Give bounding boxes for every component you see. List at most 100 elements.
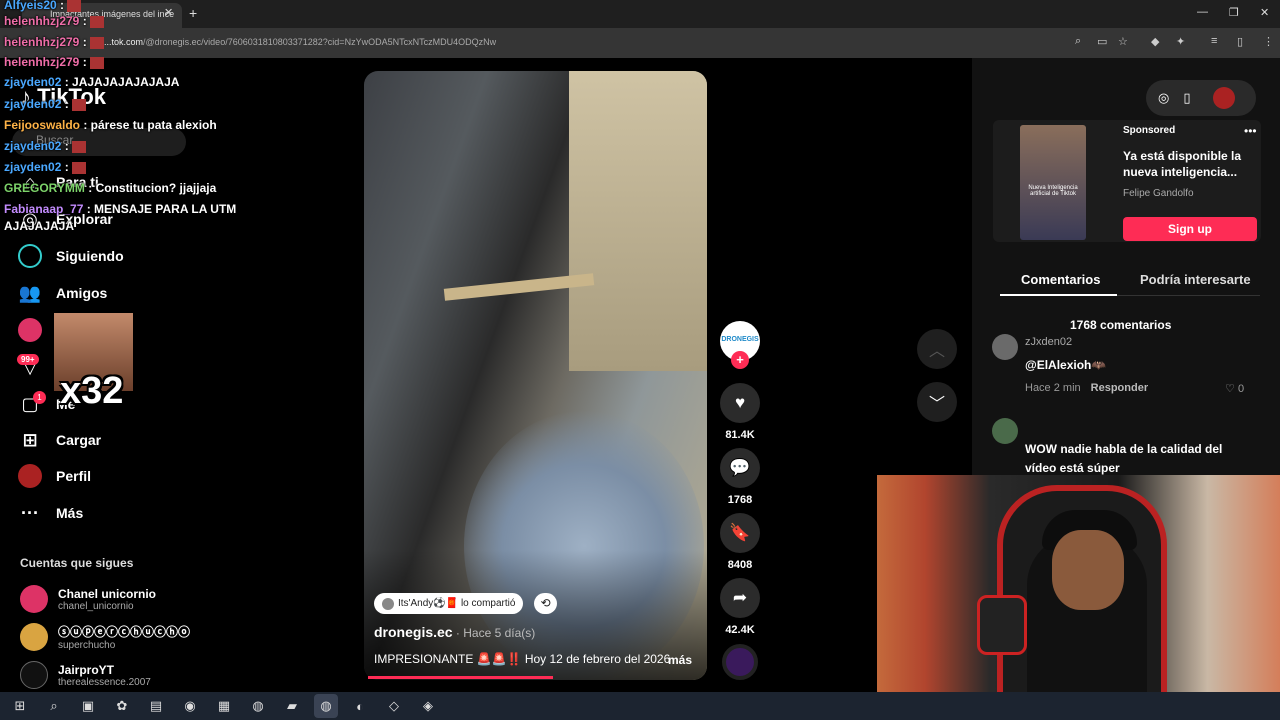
music-disc-icon[interactable] xyxy=(722,644,758,680)
repost-icon[interactable]: ⟲ xyxy=(534,593,557,614)
task-view-icon[interactable]: ▣ xyxy=(76,694,100,718)
media-icon[interactable]: ≡ xyxy=(1211,35,1217,47)
store-icon[interactable]: ▤ xyxy=(144,694,168,718)
install-icon[interactable]: ▭ xyxy=(1097,35,1107,48)
share-button[interactable]: ➦ xyxy=(720,578,760,618)
extension-diamond-icon[interactable]: ◆ xyxy=(1151,35,1159,48)
nav-label: Siguiendo xyxy=(56,248,124,264)
more-button[interactable]: más xyxy=(668,653,692,667)
ad-options-icon[interactable]: ••• xyxy=(1244,124,1257,138)
shared-by-text: Its'Andy⚽🧧 lo compartió xyxy=(398,598,516,609)
avatar xyxy=(20,661,48,689)
chat-username: helenhhzj279 xyxy=(4,55,83,69)
comment-like-count: 0 xyxy=(1237,383,1245,395)
nav-friends[interactable]: 👥 Amigos xyxy=(18,281,108,305)
followed-account[interactable]: ⓢⓤⓟⓔⓡⓒⓗⓤⓒⓗⓞ superchucho xyxy=(20,623,190,651)
like-button[interactable]: ♥ xyxy=(720,383,760,423)
chat-message: zjayden02 : JAJAJAJAJAJAJA xyxy=(4,75,179,89)
chevron-up-icon[interactable]: ︿ xyxy=(917,329,957,369)
chrome-icon[interactable]: ◍ xyxy=(246,694,270,718)
comment-avatar[interactable] xyxy=(992,334,1018,360)
chat-text: AJAJAJAJA xyxy=(4,219,75,233)
followed-account[interactable]: JairproYT therealessence.2007 xyxy=(20,661,151,689)
emote-multiplier: x32 xyxy=(60,370,124,412)
nav-more[interactable]: ··· Más xyxy=(18,501,83,525)
sidebar-icon[interactable]: ▯ xyxy=(1237,35,1243,48)
copilot-icon[interactable]: ✿ xyxy=(110,694,134,718)
edge-icon[interactable]: ◉ xyxy=(178,694,202,718)
follow-plus-icon[interactable]: + xyxy=(731,351,749,369)
video-player[interactable] xyxy=(364,71,707,680)
account-handle: therealessence.2007 xyxy=(58,676,151,688)
tab-suggested[interactable]: Podría interesarte xyxy=(1140,272,1251,287)
comment-user[interactable]: zJxden02 xyxy=(1025,336,1072,348)
tab-active-indicator xyxy=(1000,294,1117,296)
comment-like[interactable]: ♡ 0 xyxy=(1225,382,1244,395)
search-icon[interactable]: ⌕ xyxy=(42,694,66,718)
chat-message: GREGORYMM : Constitucion? jjajjaja xyxy=(4,181,216,195)
heart-icon: ♥ xyxy=(734,393,746,412)
new-tab-button[interactable]: + xyxy=(189,5,197,21)
chat-emote-icon xyxy=(89,36,104,49)
obs-icon[interactable]: ◐ xyxy=(348,694,372,718)
tab-comments[interactable]: Comentarios xyxy=(1021,272,1100,287)
author-name: dronegis.ec xyxy=(374,624,453,640)
nav-upload[interactable]: ⊞ Cargar xyxy=(18,428,101,452)
window-close-icon[interactable]: ✕ xyxy=(1260,6,1269,19)
microphone xyxy=(977,595,1027,655)
comment-count: 1768 xyxy=(727,494,753,506)
video-progress[interactable] xyxy=(368,676,554,679)
save-button[interactable]: 🔖 xyxy=(720,513,760,553)
reply-button[interactable]: Responder xyxy=(1091,382,1148,394)
chat-username: zjayden02 xyxy=(4,139,65,153)
url-path: /@dronegis.ec/video/7606031810803371282?… xyxy=(143,37,497,47)
more-icon: ··· xyxy=(21,502,39,523)
comment-button[interactable]: 💬 xyxy=(720,448,760,488)
tab-close-icon[interactable]: ✕ xyxy=(164,6,173,19)
chat-text: : xyxy=(82,55,87,69)
shared-by-pill[interactable]: Its'Andy⚽🧧 lo compartió xyxy=(374,593,524,614)
maximize-icon[interactable]: ❐ xyxy=(1229,6,1239,19)
chat-username: zjayden02 xyxy=(4,75,65,89)
chevron-down-icon[interactable]: ﹀ xyxy=(917,382,957,422)
comment-text: @ElAlexioh🦇 xyxy=(1025,358,1107,372)
bookmark-star-icon[interactable]: ☆ xyxy=(1118,35,1128,48)
chat-message: zjayden02 : xyxy=(4,139,86,153)
comment-time: Hace 2 min xyxy=(1025,382,1081,394)
chat-username: Fabianaap_77 xyxy=(4,202,87,216)
messages-badge: 1 xyxy=(33,391,46,404)
nav-live[interactable] xyxy=(18,318,42,342)
comment-avatar[interactable] xyxy=(992,418,1018,444)
video-author[interactable]: dronegis.ec · Hace 5 día(s) xyxy=(374,624,535,640)
extensions-icon[interactable]: ✦ xyxy=(1176,35,1185,48)
compass-icon[interactable]: ◎ xyxy=(1158,90,1169,106)
apps-icon[interactable]: ▦ xyxy=(212,694,236,718)
address-bar[interactable]: ...tok.com/@dronegis.ec/video/7606031810… xyxy=(104,32,1064,54)
friends-icon: 👥 xyxy=(18,282,42,303)
app-icon[interactable]: ◇ xyxy=(382,694,406,718)
following-icon xyxy=(18,244,42,268)
video-time: · Hace 5 día(s) xyxy=(452,626,536,640)
nav-profile[interactable]: Perfil xyxy=(18,464,91,488)
followed-account[interactable]: Chanel unicornio chanel_unicornio xyxy=(20,585,156,613)
nav-label: Perfil xyxy=(56,468,92,484)
nav-following[interactable]: Siguiendo xyxy=(18,244,124,268)
minimize-icon[interactable]: — xyxy=(1197,6,1208,18)
chat-text: : párese tu pata alexioh xyxy=(83,118,217,132)
phone-icon[interactable]: ▯ xyxy=(1183,90,1190,106)
chat-message: helenhhzj279 : xyxy=(4,14,104,28)
ad-thumbnail[interactable]: Nueva Inteligencia artificial de Tiktok xyxy=(1020,125,1086,240)
user-avatar[interactable] xyxy=(1212,87,1235,109)
app-icon[interactable]: ◈ xyxy=(416,694,440,718)
chat-text: : MENSAJE PARA LA UTM xyxy=(86,202,237,216)
chat-message: Feijooswaldo : párese tu pata alexioh xyxy=(4,118,217,132)
windows-start-icon[interactable]: ⊞ xyxy=(8,694,32,718)
browser-menu-icon[interactable]: ⋮ xyxy=(1263,35,1274,48)
file-explorer-icon[interactable]: ▰ xyxy=(280,694,304,718)
share-arrow-icon: ➦ xyxy=(732,588,748,607)
chat-message: Alfyeis20 : xyxy=(4,0,82,12)
signup-button[interactable]: Sign up xyxy=(1123,217,1257,241)
chrome-active-icon[interactable]: ◍ xyxy=(314,694,338,718)
chat-message: AJAJAJAJA xyxy=(4,219,74,233)
zoom-icon[interactable]: ⌕ xyxy=(1075,35,1081,48)
